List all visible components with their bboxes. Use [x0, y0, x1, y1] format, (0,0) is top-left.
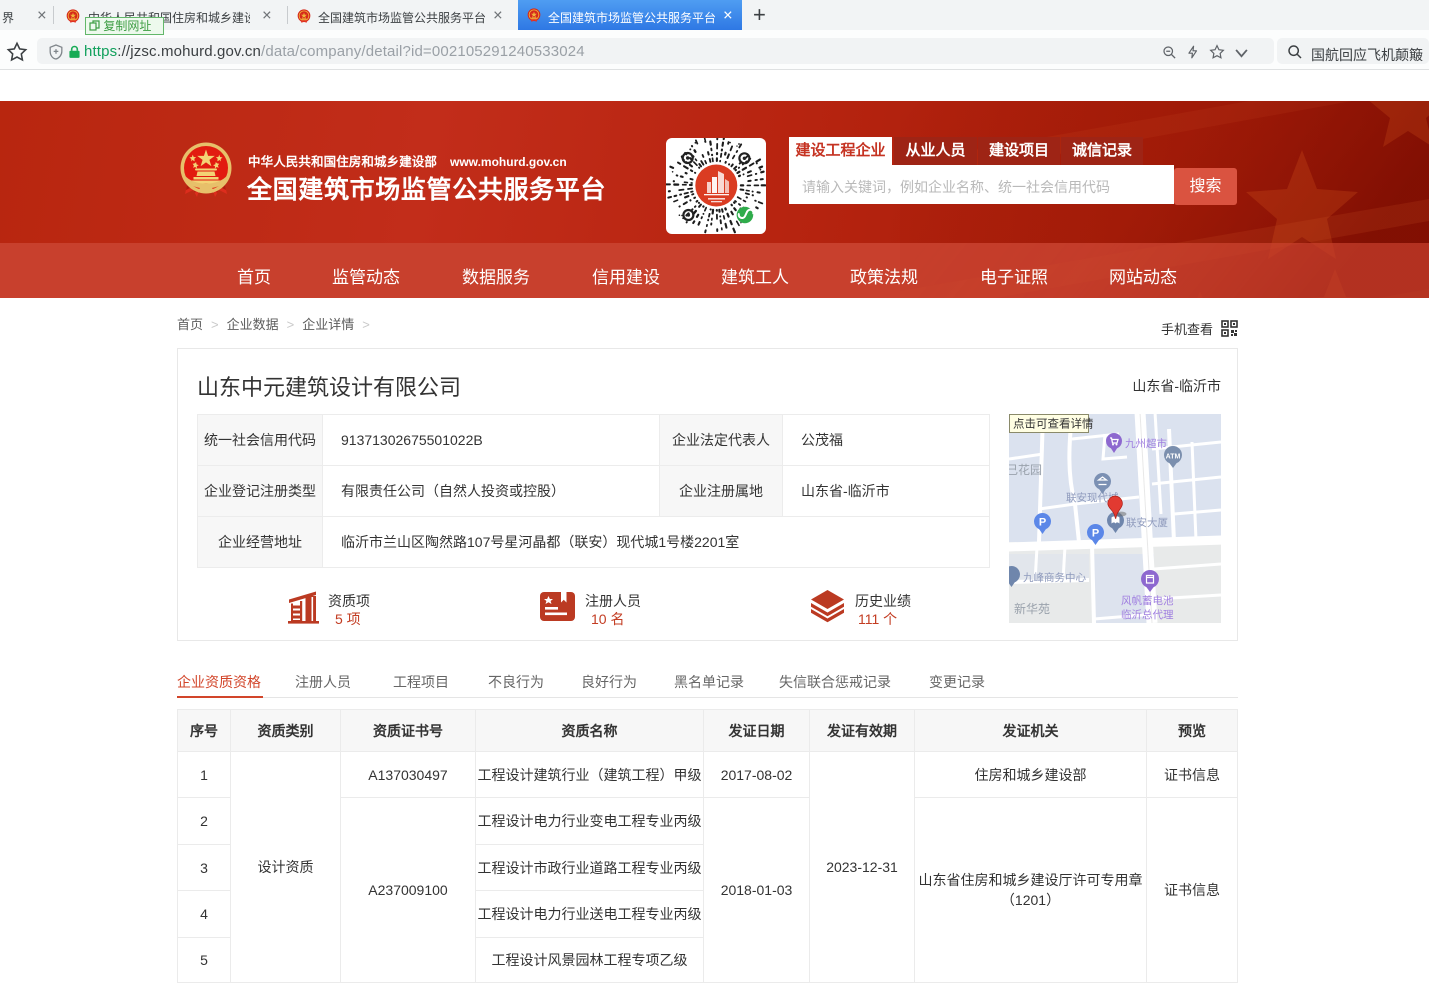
svg-text:风帆蓄电池: 风帆蓄电池	[1121, 594, 1174, 607]
svg-text:联安大厦: 联安大厦	[1126, 516, 1168, 529]
svg-text:点击可查看详情: 点击可查看详情	[1013, 417, 1094, 431]
svg-text:九州超市: 九州超市	[1125, 437, 1167, 450]
svg-text:九峰商务中心: 九峰商务中心	[1023, 571, 1086, 584]
svg-text:P: P	[1092, 528, 1099, 540]
svg-text:新华苑: 新华苑	[1014, 601, 1050, 616]
svg-text:ATM: ATM	[1166, 454, 1181, 461]
svg-text:临沂总代理: 临沂总代理	[1121, 608, 1174, 621]
svg-text:P: P	[1039, 517, 1046, 529]
svg-text:己花园: 己花园	[1009, 462, 1042, 477]
